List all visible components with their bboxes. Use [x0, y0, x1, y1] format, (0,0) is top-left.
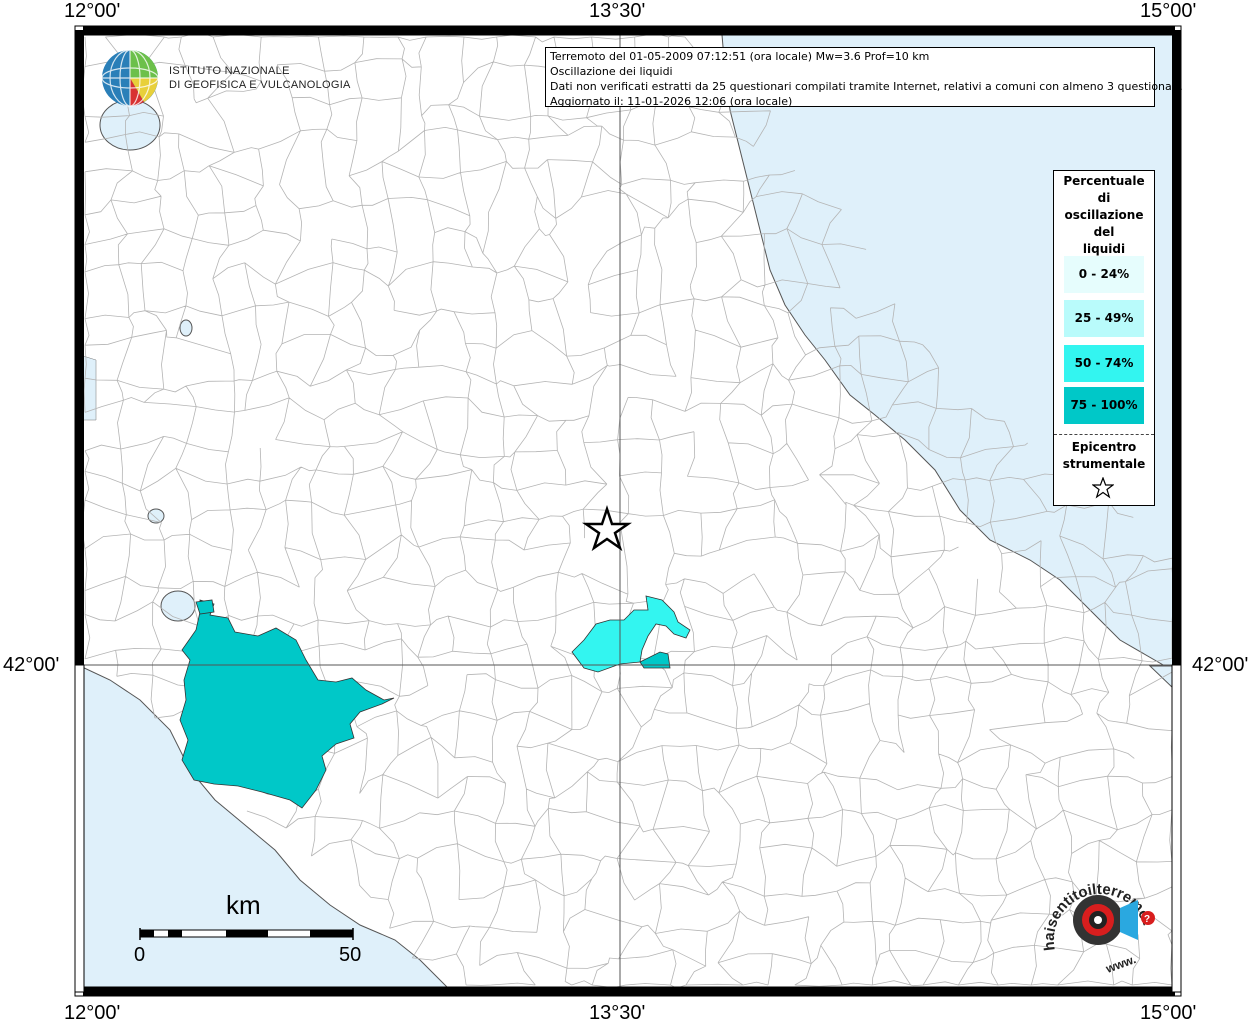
lon-label-top-right: 15°00' — [1140, 0, 1197, 22]
lat-label-right: 42°00' — [1192, 654, 1249, 676]
legend-title-line: del — [1093, 225, 1115, 239]
frame-right-black-1 — [1172, 30, 1181, 665]
lon-label-top-mid: 13°30' — [589, 0, 646, 22]
legend-title-line: oscillazione — [1064, 208, 1144, 222]
info-line-disclaimer: Dati non verificati estratti da 25 quest… — [550, 80, 1183, 93]
frame-right-white — [1171, 664, 1182, 993]
institute-name: ISTITUTO NAZIONALE DI GEOFISICA E VULCAN… — [169, 64, 351, 92]
lon-label-bottom-right: 15°00' — [1140, 1002, 1197, 1024]
legend-item-0-24: 0 - 24% — [1064, 256, 1144, 293]
institute-name-line1: ISTITUTO NAZIONALE — [169, 65, 290, 77]
lake-piediluco — [147, 508, 165, 524]
frame-left-black-1 — [75, 30, 84, 665]
scale-bar — [139, 928, 354, 940]
info-line-event: Terremoto del 01-05-2009 07:12:51 (ora l… — [550, 50, 930, 63]
earthquake-info-box: Terremoto del 01-05-2009 07:12:51 (ora l… — [545, 47, 1183, 108]
frame-left-white — [74, 664, 85, 993]
svg-text:?: ? — [1144, 914, 1150, 925]
legend-separator — [1054, 434, 1154, 435]
legend-epicenter-line2: strumentale — [1062, 457, 1146, 471]
institute-name-line2: DI GEOFISICA E VULCANOLOGIA — [169, 79, 351, 91]
info-line-parameter: Oscillazione dei liquidi — [550, 65, 673, 78]
frame-top-black-2 — [620, 26, 1175, 35]
lon-label-bottom-mid: 13°30' — [589, 1002, 646, 1024]
legend-epicenter-line1: Epicentro — [1071, 440, 1137, 454]
legend-star-icon — [1092, 477, 1114, 499]
lon-label-bottom-left: 12°00' — [64, 1002, 121, 1024]
frame-bottom-black-1 — [83, 987, 620, 996]
lat-label-left: 42°00' — [3, 654, 60, 676]
legend-item-75-100: 75 - 100% — [1064, 387, 1144, 424]
legend-title-line: Percentuale — [1063, 174, 1145, 188]
info-line-updated: Aggiornato il: 11-01-2026 12:06 (ora loc… — [550, 95, 793, 108]
frame-top-black-1 — [83, 26, 620, 35]
legend-epicenter-label: Epicentro strumentale — [1054, 439, 1154, 473]
frame-bottom-black-2 — [620, 987, 1175, 996]
haisentito-logo[interactable]: haisentitoilterremoto.it ? www. — [1030, 860, 1170, 980]
lake-small-1 — [179, 319, 193, 337]
legend-title-line: di — [1097, 191, 1111, 205]
ingv-globe-logo — [101, 49, 159, 107]
legend-title: Percentuale di oscillazione del liquidi — [1056, 171, 1152, 258]
lon-label-top-left: 12°00' — [64, 0, 121, 22]
lake-bracciano — [160, 590, 196, 622]
haisentito-logo-prefix: www. — [1103, 952, 1138, 976]
legend-box: Percentuale di oscillazione del liquidi … — [1053, 170, 1155, 506]
scale-bar-min-label: 0 — [134, 944, 146, 966]
legend-item-25-49: 25 - 49% — [1064, 300, 1144, 337]
scale-bar-max-label: 50 — [339, 944, 362, 966]
legend-item-50-74: 50 - 74% — [1064, 345, 1144, 382]
